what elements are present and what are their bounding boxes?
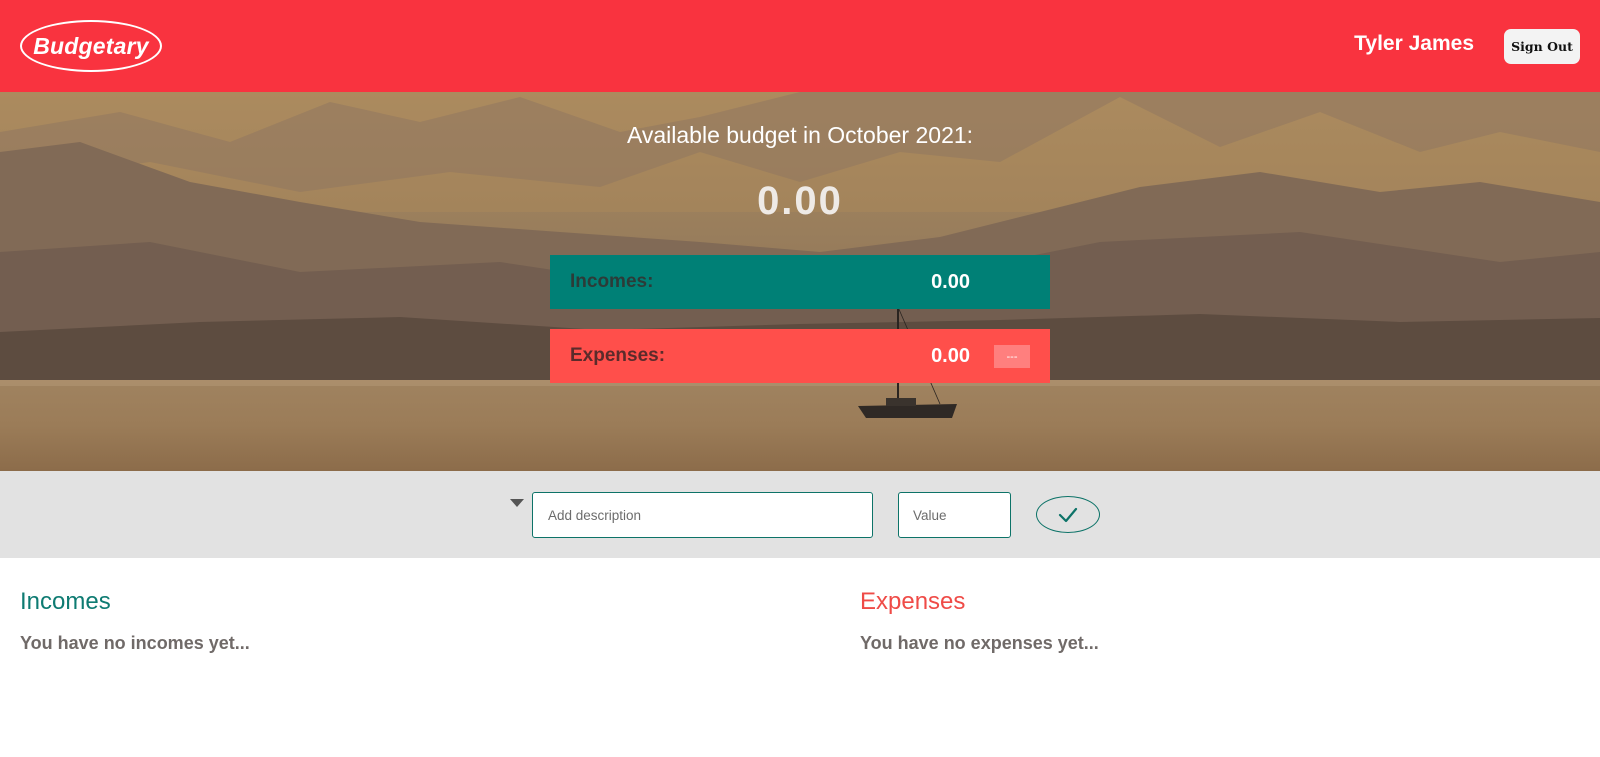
value-input[interactable] xyxy=(898,492,1011,538)
user-name: Tyler James xyxy=(1354,32,1474,55)
incomes-list: Incomes You have no incomes yet... xyxy=(20,588,250,654)
expenses-list-title: Expenses xyxy=(860,588,966,615)
income-summary: Incomes: 0.00 xyxy=(550,255,1050,309)
income-summary-label: Incomes: xyxy=(570,271,654,292)
check-icon xyxy=(1058,507,1078,522)
app-header: Budgetary Tyler James Sign Out xyxy=(0,0,1600,92)
expense-summary-value: 0.00 xyxy=(931,345,970,367)
expense-summary-label: Expenses: xyxy=(570,345,666,366)
sign-out-button[interactable]: Sign Out xyxy=(1504,29,1580,64)
available-budget-value: 0.00 xyxy=(757,179,843,223)
income-summary-value: 0.00 xyxy=(931,271,970,293)
incomes-list-title: Incomes xyxy=(20,588,111,615)
expenses-empty-message: You have no expenses yet... xyxy=(860,633,1099,653)
expense-percentage-badge: --- xyxy=(994,345,1030,368)
add-entry-button[interactable] xyxy=(1036,496,1100,533)
app-logo[interactable]: Budgetary xyxy=(20,20,162,72)
description-input[interactable] xyxy=(532,492,873,538)
entry-type-select[interactable] xyxy=(506,489,528,519)
budget-hero: Available budget in October 2021: 0.00 I… xyxy=(0,92,1600,471)
caret-down-icon xyxy=(510,499,524,507)
budget-title: Available budget in October 2021: xyxy=(626,122,974,148)
expense-summary: Expenses: 0.00 --- xyxy=(550,329,1050,383)
expenses-list: Expenses You have no expenses yet... xyxy=(860,588,1099,654)
incomes-empty-message: You have no incomes yet... xyxy=(20,633,250,653)
add-entry-bar xyxy=(0,471,1600,558)
